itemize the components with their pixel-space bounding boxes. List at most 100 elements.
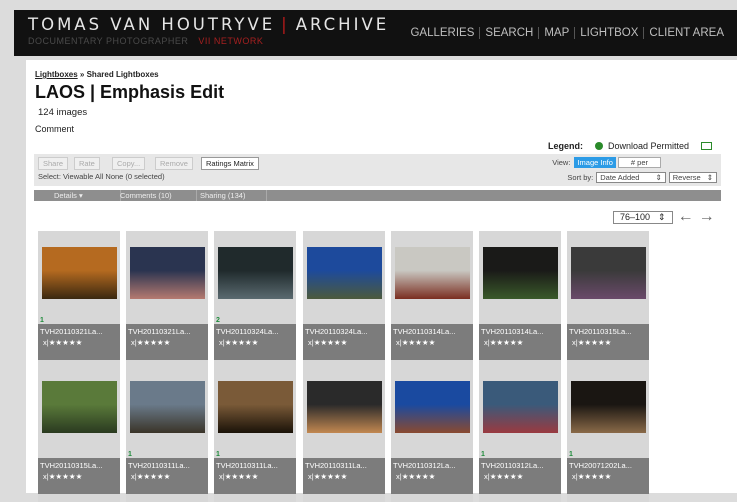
rating-stars[interactable]: x|★★★★★ <box>572 472 611 481</box>
breadcrumb: Lightboxes » Shared Lightboxes <box>35 70 159 79</box>
thumbnail-caption: TVH20110314La... x|★★★★★ <box>479 324 561 360</box>
file-name[interactable]: TVH20110321La... <box>128 327 190 336</box>
rating-stars[interactable]: x|★★★★★ <box>131 472 170 481</box>
thumbnail-caption: TVH20110311La... x|★★★★★ <box>126 458 208 494</box>
nav-search[interactable]: SEARCH <box>479 27 538 39</box>
breadcrumb-lightboxes-link[interactable]: Lightboxes <box>35 70 78 79</box>
thumbnail-card[interactable]: 1 TVH20071202La... x|★★★★★ <box>567 365 649 502</box>
next-page-icon[interactable]: → <box>699 208 715 226</box>
file-name[interactable]: TVH20110311La... <box>128 461 190 470</box>
ratings-matrix-button[interactable]: Ratings Matrix <box>201 157 259 170</box>
thumbnail-image[interactable] <box>483 381 558 433</box>
file-name[interactable]: TVH20110324La... <box>216 327 278 336</box>
thumbnail-image[interactable] <box>42 381 117 433</box>
sort-value: Date Added <box>600 173 640 182</box>
nav-lightbox[interactable]: LIGHTBOX <box>574 27 643 39</box>
comment-count: 1 <box>40 317 44 324</box>
tagline-text: DOCUMENTARY PHOTOGRAPHER <box>28 36 189 46</box>
thumbnail-card[interactable]: 2 TVH20110324La... x|★★★★★ <box>214 231 296 368</box>
rate-button[interactable]: Rate <box>74 157 100 170</box>
thumbnail-card[interactable]: TVH20110315La... x|★★★★★ <box>567 231 649 368</box>
thumbnail-image[interactable] <box>483 247 558 299</box>
comment-flag-icon: 2 <box>216 317 220 324</box>
select-arrows-icon: ⇕ <box>706 173 713 182</box>
thumbnail-image[interactable] <box>571 247 646 299</box>
thumbnail-image[interactable] <box>571 381 646 433</box>
file-name[interactable]: TVH20110315La... <box>40 461 102 470</box>
file-name[interactable]: TVH20110311La... <box>305 461 367 470</box>
thumbnail-card[interactable]: TVH20110311La... x|★★★★★ <box>303 365 385 502</box>
network-link[interactable]: VII NETWORK <box>198 36 263 46</box>
file-name[interactable]: TVH20110314La... <box>481 327 543 336</box>
thumbnail-card[interactable]: TVH20110315La... x|★★★★★ <box>38 365 120 502</box>
thumbnail-image[interactable] <box>307 247 382 299</box>
thumbnail-image[interactable] <box>218 247 293 299</box>
thumbnail-caption: TVH20110324La... x|★★★★★ <box>214 324 296 360</box>
per-page-select[interactable]: # per <box>617 157 661 168</box>
site-header: TOMAS VAN HOUTRYVE | ARCHIVE DOCUMENTARY P… <box>14 10 737 56</box>
thumbnail-image[interactable] <box>130 247 205 299</box>
rating-stars[interactable]: x|★★★★★ <box>308 472 347 481</box>
rating-stars[interactable]: x|★★★★★ <box>131 338 170 347</box>
site-logo[interactable]: TOMAS VAN HOUTRYVE | ARCHIVE <box>28 15 389 34</box>
remove-button[interactable]: Remove <box>155 157 193 170</box>
rating-stars[interactable]: x|★★★★★ <box>396 472 435 481</box>
thumbnail-caption: TVH20110315La... x|★★★★★ <box>38 458 120 494</box>
comment-count: 1 <box>569 451 573 458</box>
thumbnail-card[interactable]: TVH20110321La... x|★★★★★ <box>126 231 208 368</box>
thumbnail-caption: TVH20110314La... x|★★★★★ <box>391 324 473 360</box>
file-name[interactable]: TVH20110314La... <box>393 327 455 336</box>
thumbnail-image[interactable] <box>307 381 382 433</box>
sort-select[interactable]: Date Added ⇕ <box>596 172 666 183</box>
thumbnail-caption: TVH20071202La... x|★★★★★ <box>567 458 649 494</box>
thumbnail-image[interactable] <box>395 247 470 299</box>
thumbnail-card[interactable]: 1 TVH20110311La... x|★★★★★ <box>214 365 296 502</box>
thumbnail-image[interactable] <box>42 247 117 299</box>
image-info-button[interactable]: Image Info <box>574 157 616 168</box>
rating-stars[interactable]: x|★★★★★ <box>572 338 611 347</box>
file-name[interactable]: TVH20110312La... <box>393 461 455 470</box>
legend-download-text: Download Permitted <box>608 141 690 151</box>
thumbnail-caption: TVH20110324La... x|★★★★★ <box>303 324 385 360</box>
pagination: 76–100 ⇕ ← → <box>613 208 715 226</box>
brand-name: TOMAS VAN HOUTRYVE <box>28 15 276 34</box>
thumbnail-card[interactable]: 1 TVH20110312La... x|★★★★★ <box>479 365 561 502</box>
file-name[interactable]: TVH20071202La... <box>569 461 632 470</box>
thumbnail-card[interactable]: 1 TVH20110321La... x|★★★★★ <box>38 231 120 368</box>
prev-page-icon[interactable]: ← <box>678 208 694 226</box>
select-controls[interactable]: Select: Viewable All None (0 selected) <box>38 172 165 181</box>
thumbnail-card[interactable]: TVH20110324La... x|★★★★★ <box>303 231 385 368</box>
nav-client-area[interactable]: CLIENT AREA <box>643 27 729 39</box>
thumbnail-image[interactable] <box>395 381 470 433</box>
file-name[interactable]: TVH20110324La... <box>305 327 367 336</box>
tab-comments[interactable]: Comments (10) <box>114 190 197 201</box>
thumbnail-image[interactable] <box>130 381 205 433</box>
rating-stars[interactable]: x|★★★★★ <box>219 472 258 481</box>
rating-stars[interactable]: x|★★★★★ <box>484 472 523 481</box>
file-name[interactable]: TVH20110315La... <box>569 327 631 336</box>
rating-stars[interactable]: x|★★★★★ <box>43 472 82 481</box>
rating-stars[interactable]: x|★★★★★ <box>43 338 82 347</box>
tab-sharing[interactable]: Sharing (134) <box>194 190 267 201</box>
order-select[interactable]: Reverse ⇕ <box>668 172 717 183</box>
share-button[interactable]: Share <box>38 157 69 170</box>
rating-stars[interactable]: x|★★★★★ <box>219 338 258 347</box>
file-name[interactable]: TVH20110321La... <box>40 327 102 336</box>
nav-map[interactable]: MAP <box>538 27 574 39</box>
file-name[interactable]: TVH20110311La... <box>216 461 278 470</box>
thumbnail-card[interactable]: TVH20110312La... x|★★★★★ <box>391 365 473 502</box>
rating-stars[interactable]: x|★★★★★ <box>484 338 523 347</box>
file-name[interactable]: TVH20110312La... <box>481 461 543 470</box>
rating-stars[interactable]: x|★★★★★ <box>396 338 435 347</box>
comment-link[interactable]: Comment <box>35 124 74 134</box>
thumbnail-caption: TVH20110312La... x|★★★★★ <box>479 458 561 494</box>
copy-button[interactable]: Copy... <box>112 157 146 170</box>
page-range-select[interactable]: 76–100 ⇕ <box>613 210 673 224</box>
thumbnail-image[interactable] <box>218 381 293 433</box>
rating-stars[interactable]: x|★★★★★ <box>308 338 347 347</box>
nav-galleries[interactable]: GALLERIES <box>405 27 479 39</box>
tab-details[interactable]: Details ▾ <box>48 190 121 201</box>
thumbnail-card[interactable]: TVH20110314La... x|★★★★★ <box>479 231 561 368</box>
thumbnail-card[interactable]: 1 TVH20110311La... x|★★★★★ <box>126 365 208 502</box>
thumbnail-card[interactable]: TVH20110314La... x|★★★★★ <box>391 231 473 368</box>
